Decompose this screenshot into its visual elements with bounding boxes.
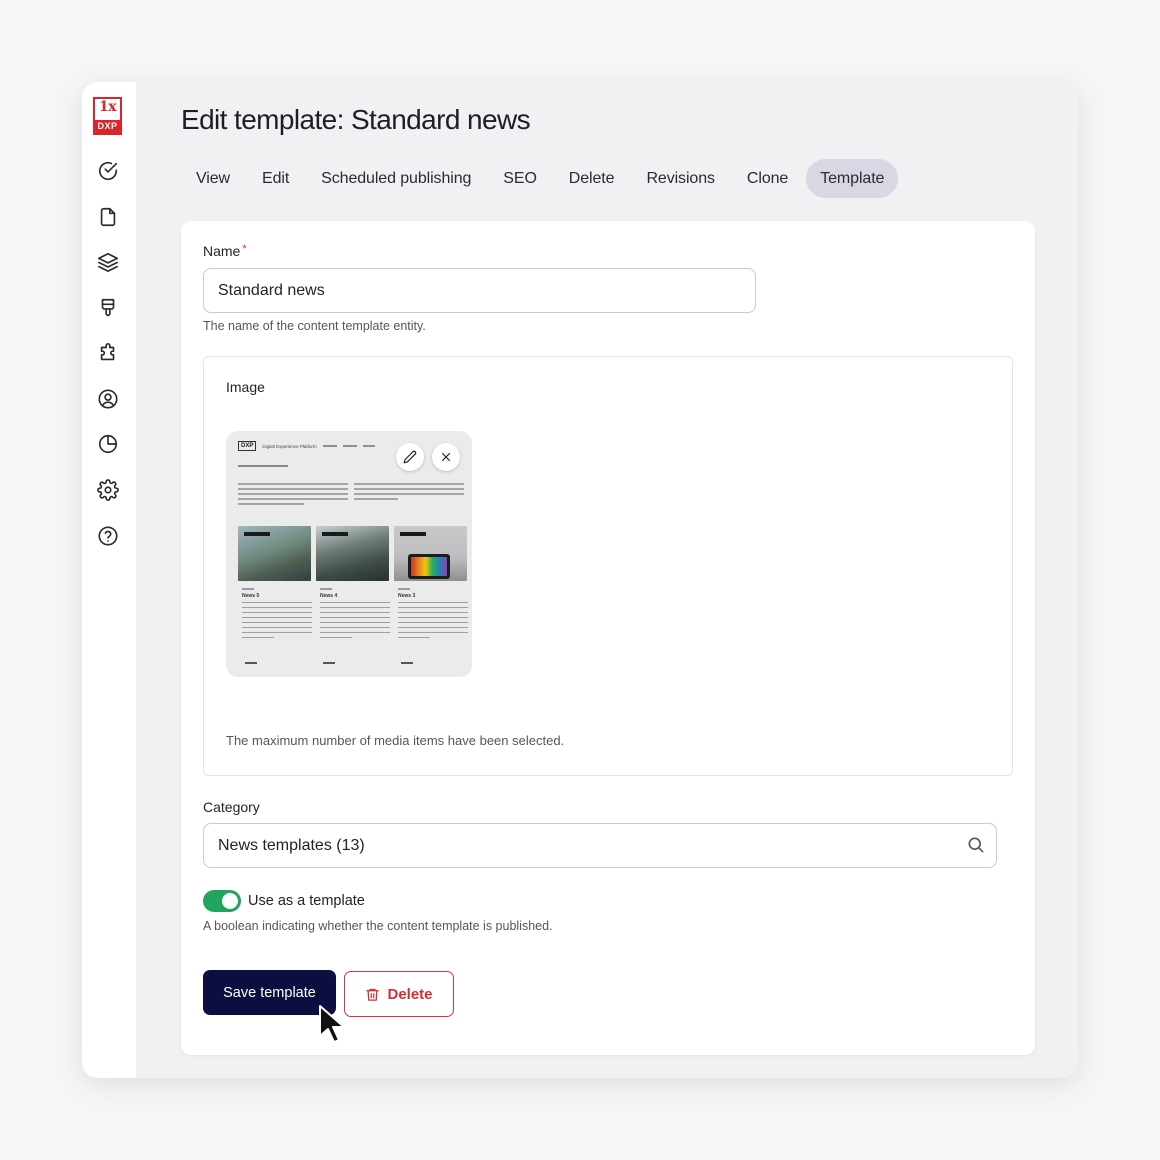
pie-chart-icon (98, 434, 118, 454)
thumbnail-logo: DXP (238, 441, 257, 451)
trash-icon (366, 988, 380, 1001)
user-circle-icon (98, 389, 118, 409)
tab-view[interactable]: View (182, 159, 244, 198)
thumbnail-news-col-2: News 4 (320, 588, 390, 642)
tab-edit[interactable]: Edit (248, 159, 303, 198)
tab-clone[interactable]: Clone (733, 159, 802, 198)
thumbnail-breadcrumb (238, 465, 288, 470)
mouse-pointer-icon (319, 1005, 345, 1043)
sidebar-item-reports[interactable] (96, 432, 120, 456)
thumbnail-text-left (238, 483, 348, 508)
toggle-knob (222, 893, 238, 909)
name-help: The name of the content template entity. (203, 319, 426, 333)
delete-button-label: Delete (387, 985, 433, 1003)
tab-scheduled-publishing[interactable]: Scheduled publishing (307, 159, 485, 198)
search-icon[interactable] (966, 835, 986, 855)
edit-image-button[interactable] (396, 443, 424, 471)
sidebar-item-appearance[interactable] (96, 296, 120, 320)
tab-seo[interactable]: SEO (489, 159, 551, 198)
thumbnail-news-col-1: News 5 (242, 588, 312, 642)
tab-bar: View Edit Scheduled publishing SEO Delet… (182, 159, 899, 198)
name-label-text: Name (203, 243, 241, 259)
sidebar-item-extensions[interactable] (96, 341, 120, 365)
main-content: Edit template: Standard news View Edit S… (136, 82, 1078, 1078)
tab-delete[interactable]: Delete (555, 159, 629, 198)
sidebar-item-help[interactable] (96, 524, 120, 548)
category-label: Category (203, 799, 260, 815)
template-form: Name* The name of the content template e… (181, 221, 1035, 1055)
image-label: Image (226, 379, 265, 395)
category-field (203, 823, 997, 868)
thumbnail-photo-bridge (238, 526, 311, 581)
check-circle-icon (98, 162, 118, 180)
sidebar-item-configuration[interactable] (96, 478, 120, 502)
paint-brush-icon (101, 298, 115, 317)
tab-revisions[interactable]: Revisions (632, 159, 728, 198)
thumbnail-text-right (354, 483, 464, 503)
sidebar: 1x DXP (82, 82, 136, 1078)
page-title: Edit template: Standard news (181, 104, 531, 135)
brand-logo[interactable]: 1x DXP (93, 97, 122, 135)
category-input[interactable] (203, 823, 997, 868)
image-thumbnail[interactable]: DXP Digital Experience Platform News 5 N… (226, 431, 472, 677)
thumbnail-header: DXP Digital Experience Platform (238, 441, 375, 451)
tab-template[interactable]: Template (806, 159, 899, 198)
delete-button[interactable]: Delete (344, 971, 454, 1017)
sidebar-item-content[interactable] (96, 205, 120, 229)
gear-icon (97, 479, 119, 501)
image-field: Image DXP Digital Experience Platform Ne… (203, 356, 1013, 776)
thumbnail-news-title-2: News 4 (320, 592, 338, 599)
logo-text: DXP (95, 120, 120, 133)
help-icon (98, 526, 118, 546)
thumbnail-news-col-3: News 3 (398, 588, 468, 642)
name-label: Name * (203, 243, 247, 259)
use-as-template-toggle[interactable] (203, 890, 241, 912)
use-as-template-help: A boolean indicating whether the content… (203, 919, 553, 933)
puzzle-icon (100, 343, 115, 361)
pencil-icon (403, 450, 417, 464)
app-window: 1x DXP Edit template: Standard news View… (82, 82, 1078, 1078)
layers-icon (98, 252, 118, 272)
sidebar-item-dashboard[interactable] (96, 159, 120, 183)
image-help: The maximum number of media items have b… (226, 733, 565, 748)
document-icon (100, 207, 116, 227)
thumbnail-news-title-1: News 5 (242, 592, 260, 599)
close-icon (441, 452, 451, 462)
thumbnail-news-title-3: News 3 (398, 592, 416, 599)
thumbnail-photo-road (316, 526, 389, 581)
remove-image-button[interactable] (432, 443, 460, 471)
name-input[interactable] (203, 268, 756, 313)
sidebar-item-structure[interactable] (96, 250, 120, 274)
sidebar-item-people[interactable] (96, 387, 120, 411)
logo-mark: 1x (98, 99, 117, 115)
thumbnail-photo-tablet (394, 526, 467, 581)
thumbnail-site-title: Digital Experience Platform (262, 443, 317, 449)
use-as-template-label: Use as a template (248, 893, 365, 909)
required-mark: * (242, 243, 247, 255)
